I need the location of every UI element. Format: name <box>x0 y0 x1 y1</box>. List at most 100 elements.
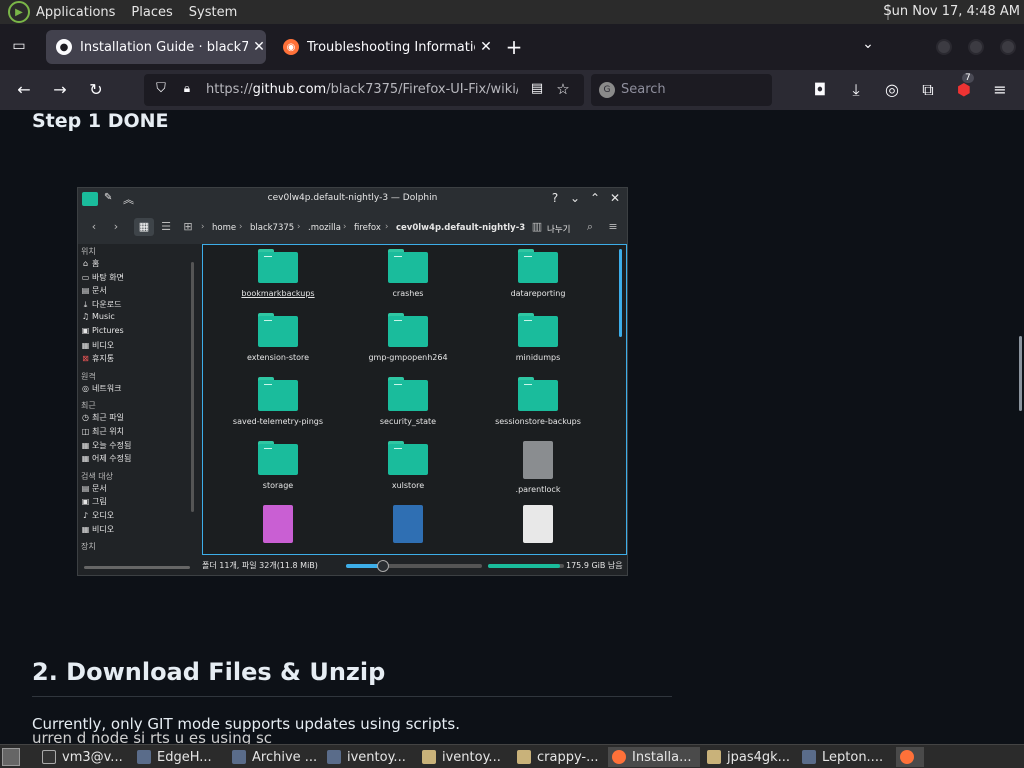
folder-item: minidumps <box>473 313 603 362</box>
places-item-label: 다운로드 <box>92 299 122 309</box>
places-section-header: 검색 대상 <box>81 471 113 481</box>
url-bar[interactable]: ⛉ 🔒︎ https://github.com/black7375/Firefo… <box>144 74 584 106</box>
page-scrollbar[interactable] <box>1019 336 1022 411</box>
folder-icon <box>422 750 436 764</box>
taskbar-window-label: Archive ... <box>252 749 318 765</box>
new-tab-button[interactable]: + <box>503 37 525 59</box>
file-item: .parentlock <box>473 441 603 494</box>
places-item-label: Music <box>92 312 115 322</box>
tracking-protection-shield-icon[interactable]: ⛉ <box>152 81 170 99</box>
extensions-icon[interactable]: ⧉ <box>917 79 939 101</box>
taskbar-window-label: Lepton.... <box>822 749 884 765</box>
file-name-label: extension-store <box>246 353 310 362</box>
taskbar-window-button[interactable]: Archive ... <box>228 747 320 767</box>
places-item: ▦ 비디오 <box>81 340 114 351</box>
search-engine-icon[interactable]: G <box>599 82 615 98</box>
navigation-toolbar: ← → ↻ ⛉ 🔒︎ https://github.com/black7375/… <box>0 70 1024 110</box>
places-item-label: 휴지통 <box>92 354 115 364</box>
pocket-icon[interactable]: ◘ <box>809 79 831 101</box>
taskbar-window-button[interactable]: Lepton.... <box>798 747 890 767</box>
folder-item: crashes <box>343 249 473 298</box>
dolphin-statusbar: 폴더 11개, 파일 32개(11.8 MiB) 175.9 GiB 남음 <box>198 556 627 575</box>
close-tab-icon[interactable]: ✕ <box>252 39 266 55</box>
dolphin-screenshot: ✎ ︽ cev0lw4p.default-nightly-3 — Dolphin… <box>77 187 628 576</box>
file-name-label: gmp-gmpopenh264 <box>368 353 448 362</box>
close-tab-icon[interactable]: ✕ <box>479 39 493 55</box>
taskbar-firefox-launcher[interactable] <box>896 747 924 767</box>
bookmark-star-icon[interactable]: ☆ <box>554 80 572 98</box>
places-section-header: 위치 <box>81 247 96 256</box>
file-icon <box>523 441 553 479</box>
search-box[interactable]: G Search <box>591 74 772 106</box>
file-name-label: xulstore <box>391 481 425 490</box>
places-item: ⌂ 홈 <box>81 258 99 269</box>
folder-icon <box>388 313 428 347</box>
hamburger-menu-icon[interactable]: ≡ <box>989 79 1011 101</box>
lock-icon[interactable]: 🔒︎ <box>178 81 196 99</box>
clock[interactable]: Sun Nov 17, 4:48 AM <box>883 4 1020 19</box>
close-window-button[interactable] <box>1000 39 1016 55</box>
breadcrumb-separator-icon: › <box>201 222 205 232</box>
folder-icon <box>258 441 298 475</box>
search-icon: ⌕ <box>586 220 594 233</box>
bottom-taskbar: vm3@v... EdgeH... Archive ... iventoy... ive… <box>0 744 1024 768</box>
firefox-icon <box>612 750 626 764</box>
forward-button[interactable]: → <box>49 79 71 101</box>
taskbar-window-label: jpas4gk... <box>727 749 791 765</box>
downloads-icon[interactable]: ⤓ <box>845 79 867 101</box>
places-item: ▤ 문서 <box>81 285 107 296</box>
places-item-label: 그림 <box>92 497 107 507</box>
tab-troubleshooting[interactable]: ◉ Troubleshooting Information ✕ <box>273 30 493 64</box>
file-name-label: storage <box>262 481 294 490</box>
folder-item: security_state <box>343 377 473 426</box>
url-text[interactable]: https://github.com/black7375/Firefox-UI-… <box>206 82 518 97</box>
help-icon: ? <box>551 191 559 205</box>
pictures-icon: ▣ <box>81 326 90 335</box>
disk-space-fill <box>488 564 561 568</box>
taskbar-window-button[interactable]: EdgeH... <box>133 747 225 767</box>
tab-overflow-chevron-icon[interactable]: ⌄ <box>858 36 878 56</box>
folder-item: gmp-gmpopenh264 <box>343 313 473 362</box>
list-all-tabs-icon[interactable]: ▭ <box>10 38 28 56</box>
file-name-label: crashes <box>392 289 424 298</box>
back-button[interactable]: ← <box>13 79 35 101</box>
file-view-scrollbar <box>619 249 622 337</box>
places-item-label: 비디오 <box>92 524 115 534</box>
places-menu[interactable]: Places <box>131 5 172 20</box>
details-view-icon: ☰ <box>161 220 171 233</box>
file-view: bookmarkbackups crashes datareporting exten… <box>202 244 627 555</box>
taskbar-window-button[interactable]: jpas4gk... <box>703 747 795 767</box>
minimize-window-button[interactable] <box>936 39 952 55</box>
places-item: ◷ 최근 파일 <box>81 412 124 423</box>
menu-icon: ≡ <box>608 220 618 233</box>
taskbar-window-button[interactable]: crappy-... <box>513 747 605 767</box>
window-icon <box>327 750 341 764</box>
distro-logo-icon[interactable]: ▶ <box>8 1 30 23</box>
home-icon: ⌂ <box>82 259 89 268</box>
reader-view-icon[interactable]: ▤ <box>528 81 546 99</box>
applications-menu[interactable]: Applications <box>36 5 115 20</box>
taskbar-window-button[interactable]: iventoy... <box>323 747 415 767</box>
places-item-label: Pictures <box>92 326 124 335</box>
places-item: ♫ Music <box>81 312 115 321</box>
taskbar-window-button[interactable]: iventoy... <box>418 747 510 767</box>
places-item-label: 최근 파일 <box>92 413 124 423</box>
file-item <box>343 505 473 543</box>
file-name-label: datareporting <box>510 289 566 298</box>
show-desktop-button[interactable] <box>2 748 20 766</box>
taskbar-window-label: vm3@v... <box>62 749 123 765</box>
tab-installation-guide[interactable]: ● Installation Guide · black7375 ✕ <box>46 30 266 64</box>
places-item: ◎ 네트워크 <box>81 383 121 394</box>
places-item: ▣ Pictures <box>81 326 124 335</box>
maximize-icon: ⌃ <box>589 191 601 205</box>
system-menu[interactable]: System <box>189 5 237 20</box>
image-icon: ▣ <box>81 497 90 507</box>
account-icon[interactable]: ◎ <box>881 79 903 101</box>
reload-button[interactable]: ↻ <box>85 79 107 101</box>
maximize-window-button[interactable] <box>968 39 984 55</box>
taskbar-window-button[interactable]: Installa... <box>608 747 700 767</box>
free-space-text: 175.9 GiB 남음 <box>566 561 623 570</box>
back-arrow-icon: ‹ <box>91 220 97 233</box>
taskbar-window-button[interactable]: vm3@v... <box>38 747 130 767</box>
places-item: ♪ 오디오 <box>81 510 114 521</box>
